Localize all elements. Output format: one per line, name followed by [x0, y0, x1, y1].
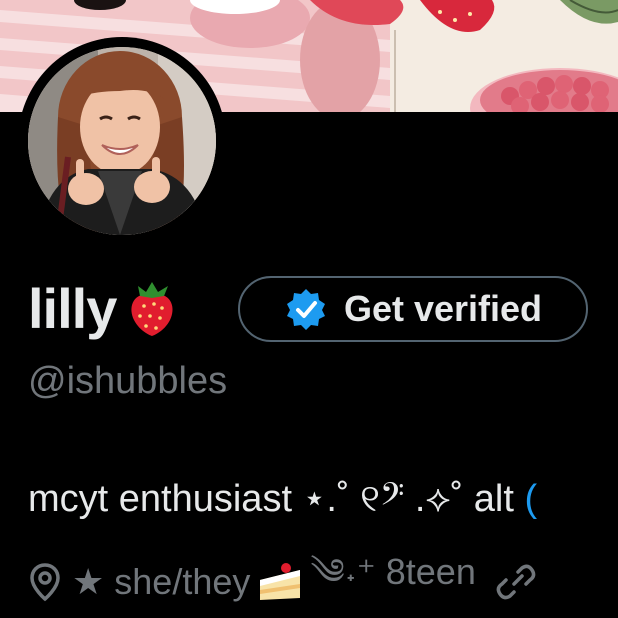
display-name: lilly: [28, 272, 180, 344]
link-icon[interactable]: [496, 562, 536, 602]
username-handle: @ishubbles: [28, 360, 228, 402]
bio-main: mcyt enthusiast ⋆.˚ ୧𝄢 .⟡˚ alt: [28, 478, 525, 520]
location-text: ★ she/they: [72, 561, 251, 602]
get-verified-label: Get verified: [343, 288, 543, 329]
map-pin-icon: [30, 563, 60, 602]
avatar-photo: [28, 47, 216, 235]
bio-link-fragment[interactable]: (: [524, 478, 537, 520]
cake-icon: [260, 563, 301, 600]
strawberry-icon: [131, 282, 173, 336]
get-verified-button[interactable]: Get verified: [238, 276, 588, 342]
display-name-text: lilly: [28, 276, 117, 340]
profile-meta-row: ★ she/they ༄˖⁺ 8teen: [28, 551, 536, 606]
verified-badge-icon: [286, 289, 325, 330]
avatar[interactable]: [28, 47, 216, 235]
avatar-ring[interactable]: [18, 37, 226, 245]
age-text: ༄˖⁺ 8teen: [310, 551, 476, 592]
bio-text: mcyt enthusiast ⋆.˚ ୧𝄢 .⟡˚ alt (: [28, 476, 537, 521]
